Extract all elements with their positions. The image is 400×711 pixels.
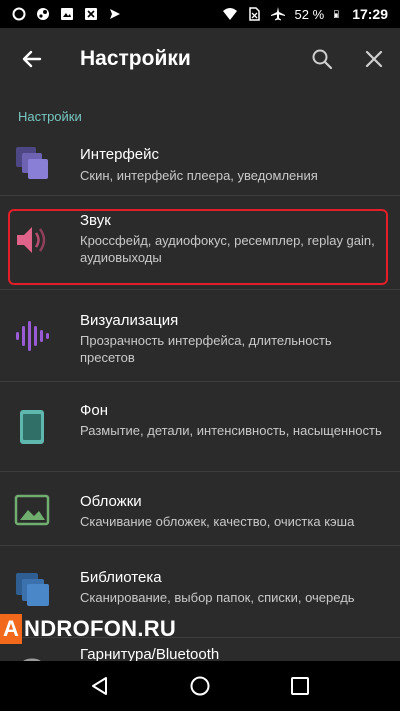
- equalizer-bars-icon: [16, 321, 49, 351]
- status-bar: 52 % 17:29: [0, 0, 400, 28]
- watermark: A NDROFON.RU: [0, 612, 176, 646]
- search-icon: [312, 49, 333, 70]
- app-bar: Настройки: [0, 28, 400, 90]
- library-stack-icon: [16, 573, 49, 606]
- item-subtitle: Размытие, детали, интенсивность, насыщен…: [80, 423, 382, 438]
- opera-icon: [12, 7, 26, 21]
- page-title: Настройки: [80, 47, 191, 70]
- settings-item-background[interactable]: Фон Размытие, детали, интенсивность, нас…: [0, 382, 400, 472]
- battery-percent: 52 %: [294, 6, 325, 22]
- arrow-left-icon: [22, 50, 42, 68]
- item-title: Обложки: [80, 493, 142, 510]
- excel-icon: [85, 8, 97, 20]
- status-system-icons: 52 % 17:29: [222, 6, 388, 22]
- airplane-mode-icon: [270, 7, 285, 21]
- item-title: Интерфейс: [80, 146, 160, 163]
- wifi-icon: [222, 8, 237, 20]
- settings-item-covers[interactable]: Обложки Скачивание обложек, качество, оч…: [0, 472, 400, 546]
- headset-icon: [23, 658, 41, 661]
- item-subtitle: Сканирование, выбор папок, списки, очере…: [80, 590, 355, 605]
- navigation-bar: [0, 661, 400, 711]
- settings-item-visualization[interactable]: Визуализация Прозрачность интерфейса, дл…: [0, 290, 400, 382]
- settings-item-interface[interactable]: Интерфейс Скин, интерфейс плеера, уведом…: [0, 132, 400, 196]
- search-button[interactable]: [296, 28, 348, 90]
- send-icon: [110, 9, 120, 19]
- nav-recents-button[interactable]: [270, 661, 330, 711]
- item-title: Визуализация: [80, 312, 179, 329]
- watermark-logo: A: [0, 614, 22, 644]
- interface-layers-icon: [16, 147, 48, 179]
- highlight-frame: [8, 209, 388, 285]
- item-title: Библиотека: [80, 569, 162, 586]
- item-subtitle: Скачивание обложек, качество, очистка кэ…: [80, 514, 355, 529]
- image-icon: [61, 8, 73, 20]
- status-notification-icons: [12, 7, 122, 21]
- back-button[interactable]: [0, 28, 64, 90]
- section-header: Настройки: [18, 109, 82, 124]
- item-subtitle: Скин, интерфейс плеера, уведомления: [80, 168, 318, 183]
- battery-icon: [334, 10, 339, 18]
- nav-home-button[interactable]: [170, 661, 230, 711]
- item-subtitle: Прозрачность интерфейса, длительность пр…: [80, 333, 332, 365]
- close-icon: [365, 50, 383, 68]
- close-button[interactable]: [348, 28, 400, 90]
- watermark-text: NDROFON.RU: [24, 616, 177, 641]
- phone-background-icon: [20, 410, 44, 444]
- triangle-back-icon: [92, 677, 107, 695]
- nav-back-button[interactable]: [70, 661, 130, 711]
- image-cover-icon: [14, 494, 50, 526]
- square-recents-icon: [291, 677, 309, 695]
- clock: 17:29: [352, 6, 388, 22]
- circle-home-icon: [190, 676, 210, 696]
- steam-icon: [37, 8, 49, 20]
- settings-list: Настройки Интерфейс Скин, интерфейс плее…: [0, 90, 400, 661]
- item-title: Фон: [80, 402, 109, 419]
- no-sim-icon: [248, 7, 260, 21]
- item-title: Гарнитура/Bluetooth: [80, 646, 220, 661]
